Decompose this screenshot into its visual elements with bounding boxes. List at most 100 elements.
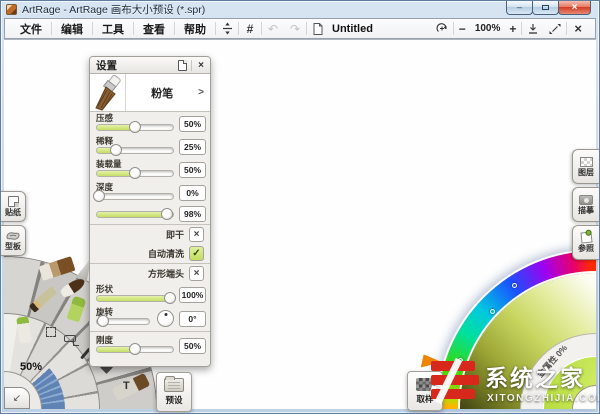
slider-thumb[interactable] — [97, 315, 109, 327]
tab-label: 图层 — [578, 168, 594, 177]
close-canvas-icon[interactable]: × — [567, 21, 589, 36]
settings-panel-header[interactable]: 设置 × — [90, 57, 210, 74]
selection-tool-icon[interactable] — [46, 327, 56, 337]
sidebar-tab-layers[interactable]: 图层 — [572, 149, 599, 184]
document-title[interactable]: Untitled — [332, 23, 373, 35]
canvas-controls: − 100% + × — [431, 21, 589, 37]
toggle-label: 即干 — [166, 228, 184, 241]
sample-button-label: 取样 — [416, 393, 433, 405]
stiffness-slider[interactable] — [96, 346, 174, 353]
window-title: ArtRage - ArtRage 画布大小预设 (*.spr) — [22, 2, 205, 17]
menu-tools[interactable]: 工具 — [93, 21, 133, 37]
undo-glyph: ↶ — [268, 22, 278, 36]
tab-label: 参照 — [578, 244, 594, 253]
sample-color-button[interactable]: 取样 — [407, 371, 443, 411]
presets-button[interactable]: 预设 — [156, 372, 192, 412]
sidebar-tab-reference[interactable]: 参照 — [572, 225, 599, 260]
tab-label: 描摹 — [578, 206, 594, 215]
instadry-checkbox[interactable]: × — [189, 227, 204, 242]
hue-handle-dot[interactable] — [458, 358, 463, 363]
extra-slider[interactable] — [96, 211, 174, 218]
collapse-picker-button[interactable]: ↙ — [4, 387, 30, 409]
slider-thumb[interactable] — [129, 121, 141, 133]
close-icon: × — [572, 3, 578, 13]
redo-glyph: ↷ — [290, 22, 300, 36]
rotate-reset-icon[interactable] — [431, 21, 453, 37]
toggle-label: 方形端头 — [148, 267, 184, 280]
slider-label: 形状 — [96, 285, 174, 294]
menu-help[interactable]: 帮助 — [175, 21, 215, 37]
toggle-row-autoclean: 自动清洗 ✓ — [90, 244, 210, 263]
pressure-value[interactable]: 50% — [179, 116, 206, 132]
slider-thumb[interactable] — [129, 167, 141, 179]
hue-handle-dot[interactable] — [512, 283, 517, 288]
slider-row-shape: 形状 100% — [90, 283, 210, 306]
rotation-dial[interactable] — [157, 310, 174, 327]
shape-value[interactable]: 100% — [179, 287, 206, 303]
fit-canvas-icon[interactable] — [522, 21, 544, 37]
extra-value[interactable]: 98% — [179, 206, 206, 222]
titlebar: ArtRage - ArtRage 画布大小预设 (*.spr) – × — [1, 1, 599, 18]
zoom-out-button[interactable]: − — [454, 22, 471, 36]
menubar: 文件 编辑 工具 查看 帮助 # ↶ ↷ Untitled − 100% + — [4, 18, 596, 39]
chevron-right-icon[interactable]: > — [198, 87, 210, 98]
depth-value[interactable]: 0% — [179, 185, 206, 201]
toggle-row-squarehead: 方形端头 × — [90, 264, 210, 283]
sidebar-tab-tracing[interactable]: 描摹 — [572, 187, 599, 222]
rotation-slider[interactable] — [96, 318, 150, 325]
panel-title: 设置 — [96, 58, 178, 73]
menu-file[interactable]: 文件 — [11, 21, 51, 37]
rotation-value[interactable]: 0° — [179, 311, 206, 327]
text-tool-icon[interactable]: T — [123, 380, 130, 392]
panel-close-icon[interactable]: × — [196, 60, 206, 71]
panel-menu-icon[interactable] — [178, 60, 187, 71]
close-button[interactable]: × — [558, 1, 591, 15]
undo-icon[interactable]: ↶ — [262, 21, 284, 37]
maximize-button[interactable] — [532, 1, 559, 15]
stencil-icon — [6, 231, 20, 241]
current-tool-row[interactable]: 粉笔 > — [90, 74, 210, 112]
slider-thumb[interactable] — [129, 343, 141, 355]
paint-roller-icon[interactable] — [64, 335, 76, 342]
slider-row-loading: 装载量 50% — [90, 158, 210, 181]
slider-thumb[interactable] — [93, 190, 105, 202]
menu-view[interactable]: 查看 — [134, 21, 174, 37]
menu-edit[interactable]: 编辑 — [52, 21, 92, 37]
slider-thumb[interactable] — [161, 208, 173, 220]
slider-thumb[interactable] — [110, 144, 122, 156]
slider-thumb[interactable] — [164, 292, 176, 304]
loading-value[interactable]: 50% — [179, 162, 206, 178]
toggle-row-instadry: 即干 × — [90, 225, 210, 244]
collapse-arrow-icon: ↙ — [13, 393, 21, 404]
presets-button-label: 预设 — [165, 394, 182, 406]
color-picker[interactable]: 金属性 0% — [438, 251, 596, 409]
slider-row-thinners: 稀释 25% — [90, 135, 210, 158]
loading-slider[interactable] — [96, 170, 174, 177]
fullscreen-icon[interactable] — [544, 21, 566, 37]
redo-icon[interactable]: ↷ — [284, 21, 306, 37]
zoom-in-button[interactable]: + — [504, 22, 521, 36]
zoom-level[interactable]: 100% — [471, 23, 505, 34]
header-separator — [191, 60, 192, 71]
thinners-value[interactable]: 25% — [179, 139, 206, 155]
reference-note-icon — [580, 231, 592, 243]
thinners-slider[interactable] — [96, 147, 174, 154]
document-icon — [307, 21, 329, 37]
slider-row-extra: 98% — [90, 204, 210, 224]
depth-slider[interactable] — [96, 193, 174, 200]
toggle-label: 自动清洗 — [148, 247, 184, 260]
sidebar-tab-stickers[interactable]: 贴纸 — [1, 191, 26, 222]
shape-slider[interactable] — [96, 295, 174, 302]
pressure-slider[interactable] — [96, 124, 174, 131]
sidebar-tab-stencils[interactable]: 型板 — [1, 225, 26, 256]
hue-handle-dot[interactable] — [490, 309, 495, 314]
autoclean-checkbox[interactable]: ✓ — [189, 246, 204, 261]
grid-icon[interactable]: # — [239, 21, 261, 37]
canvas-position-icon[interactable] — [216, 21, 238, 37]
slider-row-pressure: 压感 50% — [90, 112, 210, 135]
stiffness-value[interactable]: 50% — [179, 338, 206, 354]
minimize-button[interactable]: – — [506, 1, 533, 15]
squarehead-checkbox[interactable]: × — [189, 266, 204, 281]
panel-divider — [90, 331, 210, 332]
artrage-logo-icon — [6, 4, 17, 15]
